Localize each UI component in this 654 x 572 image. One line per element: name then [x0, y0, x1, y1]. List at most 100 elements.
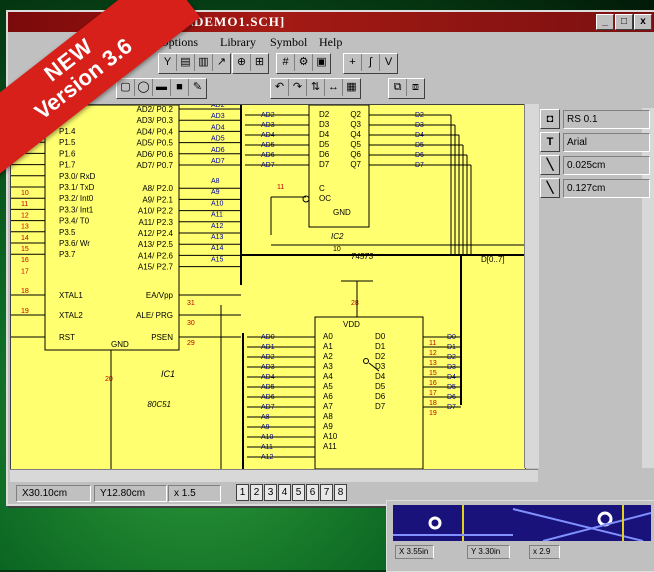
ic2-pin-label: Q7 — [350, 160, 361, 169]
ic1-pin-label: AD4/ P0.4 — [137, 127, 174, 136]
ic1-pin-label: P3.3/ Int1 — [59, 205, 94, 214]
maximize-button[interactable]: □ — [615, 14, 633, 30]
ram-pin-label: A8 — [323, 412, 333, 421]
ic1-part-number: 80C51 — [147, 400, 171, 409]
zoom-in-icon[interactable]: ⊕ — [233, 54, 251, 71]
page-tab[interactable]: 6 — [306, 484, 319, 501]
menu-help[interactable]: Help — [319, 35, 342, 50]
copy-icon[interactable]: ▤ — [177, 54, 195, 71]
shape-tool-group: ▢ ◯ ▬ ■ ✎ — [116, 78, 207, 99]
pcb-window: X 3.55in Y 3.30in x 2.9 — [386, 500, 654, 572]
ic2-pin-label: D7 — [319, 160, 330, 169]
text-style-icon[interactable]: ◘ — [540, 109, 560, 129]
ic1-pin-label: A9/ P2.1 — [142, 195, 173, 204]
ic1-pin-label: XTAL2 — [59, 311, 83, 320]
line-width-icon[interactable]: ╲ — [540, 155, 560, 175]
pcb-zoom-level: x 2.9 — [529, 545, 560, 559]
ic1-bus-label: A11 — [211, 212, 223, 219]
ram-pin-label: D4 — [375, 372, 386, 381]
ic1-bus-label: AD3 — [211, 113, 225, 120]
page-tab[interactable]: 8 — [334, 484, 347, 501]
page-tab[interactable]: 5 — [292, 484, 305, 501]
ic2-pin-label: D3 — [319, 120, 330, 129]
ic2-part-number: 74573 — [351, 252, 374, 261]
component-icon[interactable]: ⚙ — [295, 54, 313, 71]
ic1-bus-label: A8 — [211, 178, 220, 185]
x-coordinate: X30.10cm — [16, 485, 91, 502]
y-coordinate: Y12.80cm — [94, 485, 167, 502]
library-icon[interactable]: ▣ — [313, 54, 330, 71]
flip-icon[interactable]: ʃ — [362, 54, 380, 71]
close-button[interactable]: x — [634, 14, 652, 30]
minimize-button[interactable]: _ — [596, 14, 614, 30]
cross-icon[interactable]: + — [344, 54, 362, 71]
ic1-bus-label: A13 — [211, 234, 224, 241]
paste-icon[interactable]: ▥ — [195, 54, 213, 71]
font-icon[interactable]: T — [540, 132, 560, 152]
rotate-icon[interactable]: V — [380, 54, 397, 71]
page-tab[interactable]: 1 — [236, 484, 249, 501]
ellipse-tool-icon[interactable]: ◯ — [135, 79, 153, 96]
undo-icon[interactable]: Y — [159, 54, 177, 71]
wire-icon[interactable]: ↗ — [213, 54, 230, 71]
ic2-pin-label: D4 — [319, 130, 330, 139]
ic2-pin-label: D2 — [319, 110, 330, 119]
page-tab[interactable]: 7 — [320, 484, 333, 501]
rotate-right-icon[interactable]: ↷ — [289, 79, 307, 96]
horizontal-scrollbar[interactable] — [10, 469, 538, 482]
grid-icon[interactable]: # — [277, 54, 295, 71]
ram-pin-label: D2 — [375, 352, 386, 361]
reference-field[interactable]: RS 0.1 — [563, 109, 650, 129]
bus-width-icon[interactable]: ╲ — [540, 178, 560, 198]
data-bus-label: D[0..7] — [481, 255, 505, 264]
ram-pin-number: 19 — [429, 410, 437, 417]
zoom-tool-group: ⊕ ⊞ — [232, 53, 269, 74]
page-tab[interactable]: 3 — [264, 484, 277, 501]
line-tool-icon[interactable]: ▬ — [153, 79, 171, 96]
menu-library[interactable]: Library — [220, 35, 256, 50]
ic1-pin-label: A14/ P2.6 — [138, 251, 174, 260]
move-icon[interactable]: ↔ — [325, 79, 343, 96]
ic2-pin-label: GND — [333, 208, 351, 217]
ram-pin-label: A0 — [323, 332, 333, 341]
chip-select-bubble — [363, 358, 369, 364]
ic1-pin-label: A15/ P2.7 — [138, 263, 174, 272]
ram-pin-label: D0 — [375, 332, 386, 341]
fill-tool-icon[interactable]: ■ — [171, 79, 189, 96]
zoom-area-icon[interactable]: ⊞ — [251, 54, 268, 71]
schematic-canvas[interactable]: P1.4 P1.5 P1.6 P1.7 P3.0/ RxD P3.1/ TxD P3.2/ … — [10, 104, 526, 470]
ic1-gnd-label: GND — [111, 340, 129, 349]
bus-width-field[interactable]: 0.127cm — [563, 178, 650, 198]
ram-pin-label: D7 — [375, 402, 386, 411]
rect-tool-icon[interactable]: ▢ — [117, 79, 135, 96]
pcb-canvas[interactable] — [393, 505, 651, 541]
ic1-bus-label: AD6 — [211, 147, 225, 154]
ram-pin-number: 15 — [429, 370, 437, 377]
ic1-pin-number: 17 — [21, 268, 29, 275]
font-field[interactable]: Arial — [563, 132, 650, 152]
pcb-drawing — [393, 505, 651, 541]
page-tab[interactable]: 4 — [278, 484, 291, 501]
page-tab[interactable]: 2 — [250, 484, 263, 501]
ic1-bus-label: AD7 — [211, 158, 225, 165]
align-icon[interactable]: ▦ — [343, 79, 360, 96]
ungroup-icon[interactable]: ⧈ — [407, 79, 424, 96]
rotate-left-icon[interactable]: ↶ — [271, 79, 289, 96]
pencil-icon[interactable]: ✎ — [189, 79, 206, 96]
ic1-bus-label: A12 — [211, 223, 224, 230]
view-tool-group: ⧉ ⧈ — [388, 78, 425, 99]
ic1-pin-label: A10/ P2.2 — [138, 207, 174, 216]
ic1-pin-label: P3.0/ RxD — [59, 172, 96, 181]
mirror-icon[interactable]: ⇅ — [307, 79, 325, 96]
ic1-pin-label: AD3/ P0.3 — [137, 116, 174, 125]
ram-pin-label: D5 — [375, 382, 386, 391]
ram-pin-label: A9 — [323, 422, 333, 431]
ic2-pin-label: C — [319, 184, 325, 193]
ic1-pin-label: XTAL1 — [59, 291, 83, 300]
line-width-field[interactable]: 0.025cm — [563, 155, 650, 175]
group-icon[interactable]: ⧉ — [389, 79, 407, 96]
ic2-reference: IC2 — [331, 232, 344, 241]
vertical-scrollbar[interactable] — [524, 104, 539, 468]
ic1-pin-label: A8/ P2.0 — [142, 184, 173, 193]
menu-symbol[interactable]: Symbol — [270, 35, 307, 50]
